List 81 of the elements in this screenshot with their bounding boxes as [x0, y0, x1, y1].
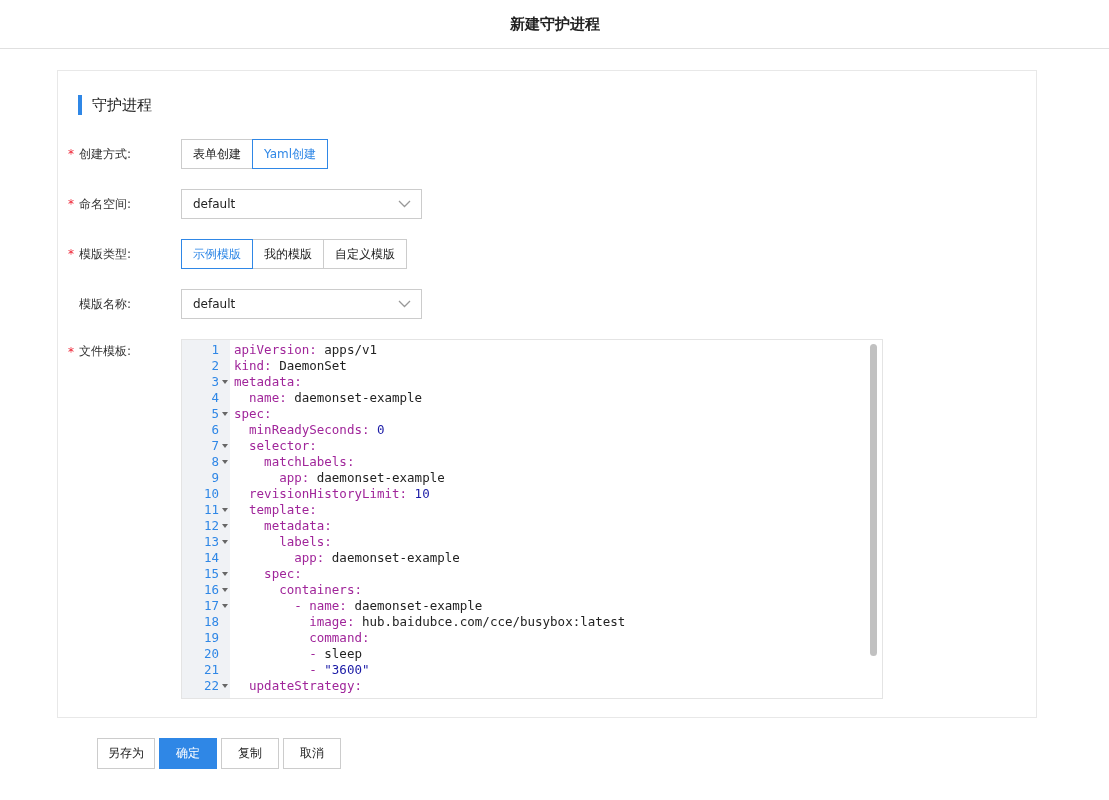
line-number: 20 — [203, 646, 219, 662]
fold-arrow-icon[interactable] — [221, 524, 228, 528]
line-number: 14 — [203, 550, 219, 566]
fold-arrow-icon[interactable] — [221, 380, 228, 384]
fold-arrow-icon[interactable] — [221, 684, 228, 688]
line-number: 1 — [211, 342, 219, 358]
page-title: 新建守护进程 — [509, 14, 600, 34]
line-number: 11 — [203, 502, 219, 518]
code-line: name: daemonset-example — [248, 390, 424, 406]
line-number: 2 — [211, 358, 219, 374]
required-mark: * — [68, 344, 75, 359]
field-label: 文件模板: — [79, 343, 132, 360]
segment-tab[interactable]: 表单创建 — [181, 139, 253, 169]
scrollbar-thumb[interactable] — [870, 344, 877, 656]
code-line: metadata: — [263, 518, 333, 534]
code-line: revisionHistoryLimit: 10 — [248, 486, 431, 502]
fold-arrow-icon[interactable] — [221, 460, 228, 464]
code-line: app: daemonset-example — [293, 550, 461, 566]
chevron-down-icon — [398, 300, 411, 308]
code-line: spec: — [263, 566, 303, 582]
select-dropdown[interactable]: default — [181, 289, 422, 319]
code-editor[interactable] — [181, 339, 883, 699]
code-line: - sleep — [308, 646, 363, 662]
code-line: apiVersion: apps/v1 — [234, 342, 378, 358]
line-number: 21 — [203, 662, 219, 678]
code-line: labels: — [278, 534, 333, 550]
code-line: metadata: — [234, 374, 303, 390]
segment-tab[interactable]: 我的模版 — [252, 239, 324, 269]
code-line: spec: — [234, 406, 273, 422]
chevron-down-icon — [398, 200, 411, 208]
line-number: 22 — [203, 678, 219, 694]
required-mark: * — [68, 147, 75, 161]
field-label: 创建方式: — [79, 145, 132, 163]
fold-arrow-icon[interactable] — [221, 604, 228, 608]
code-line: containers: — [278, 582, 363, 598]
segment-tab[interactable]: 示例模版 — [181, 239, 253, 269]
field-label: 模版名称: — [79, 295, 132, 313]
code-line: minReadySeconds: 0 — [248, 422, 386, 438]
code-line: command: — [308, 630, 371, 646]
line-number: 5 — [211, 406, 219, 422]
action-button[interactable]: 确定 — [159, 738, 217, 769]
section-title: 守护进程 — [78, 95, 1036, 115]
action-button[interactable]: 取消 — [283, 738, 341, 769]
required-mark: * — [68, 197, 75, 211]
line-number: 10 — [203, 486, 219, 502]
field-label: 命名空间: — [79, 195, 132, 213]
fold-arrow-icon[interactable] — [221, 540, 228, 544]
select-dropdown[interactable]: default — [181, 189, 422, 219]
fold-arrow-icon[interactable] — [221, 572, 228, 576]
line-number: 7 — [211, 438, 219, 454]
line-number: 3 — [211, 374, 219, 390]
code-line: kind: DaemonSet — [234, 358, 348, 374]
required-mark: * — [68, 247, 75, 261]
line-number: 19 — [203, 630, 219, 646]
line-number: 17 — [203, 598, 219, 614]
line-number: 8 — [211, 454, 219, 470]
code-line: - "3600" — [308, 662, 371, 678]
code-line: - name: daemonset-example — [293, 598, 484, 614]
line-number: 12 — [203, 518, 219, 534]
line-number: 9 — [211, 470, 219, 486]
line-number: 13 — [203, 534, 219, 550]
line-number: 6 — [211, 422, 219, 438]
line-number: 15 — [203, 566, 219, 582]
fold-arrow-icon[interactable] — [221, 588, 228, 592]
code-line: app: daemonset-example — [278, 470, 446, 486]
code-line: selector: — [248, 438, 318, 454]
action-button[interactable]: 另存为 — [97, 738, 155, 769]
code-line: image: hub.baidubce.com/cce/busybox:latest — [308, 614, 627, 630]
code-line: matchLabels: — [263, 454, 356, 470]
field-label: 模版类型: — [79, 245, 132, 263]
fold-arrow-icon[interactable] — [221, 444, 228, 448]
segment-tab[interactable]: 自定义模版 — [323, 239, 407, 269]
code-line: template: — [248, 502, 318, 518]
line-number: 18 — [203, 614, 219, 630]
segment-tab[interactable]: Yaml创建 — [252, 139, 329, 169]
fold-arrow-icon[interactable] — [221, 508, 228, 512]
fold-arrow-icon[interactable] — [221, 412, 228, 416]
line-number: 16 — [203, 582, 219, 598]
line-number: 4 — [211, 390, 219, 406]
action-button[interactable]: 复制 — [221, 738, 279, 769]
code-line: updateStrategy: — [248, 678, 363, 694]
